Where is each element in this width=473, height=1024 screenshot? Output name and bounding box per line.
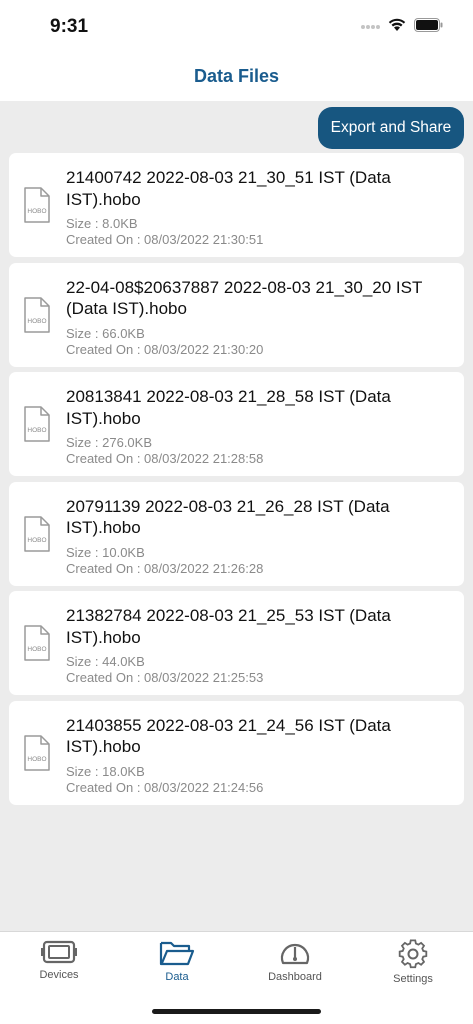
document-icon: HOBO bbox=[24, 516, 50, 552]
wifi-icon bbox=[388, 18, 406, 31]
tab-dashboard-label: Dashboard bbox=[268, 971, 322, 983]
file-icon-label: HOBO bbox=[27, 537, 46, 544]
document-icon: HOBO bbox=[24, 625, 50, 662]
home-indicator bbox=[152, 1009, 321, 1014]
status-time: 9:31 bbox=[50, 16, 89, 37]
status-bar: 9:31 bbox=[0, 0, 473, 52]
file-created-date: Created On : 08/03/2022 21:30:51 bbox=[66, 232, 264, 247]
gauge-icon bbox=[280, 943, 310, 965]
tab-devices[interactable]: Devices bbox=[0, 932, 118, 994]
gear-icon bbox=[398, 939, 428, 969]
tab-dashboard[interactable]: Dashboard bbox=[236, 932, 354, 994]
file-name: 20813841 2022-08-03 21_28_58 IST (Data I… bbox=[66, 387, 391, 428]
file-created-date: Created On : 08/03/2022 21:25:53 bbox=[66, 670, 264, 686]
file-name: 21382784 2022-08-03 21_25_53 IST (Data I… bbox=[66, 606, 391, 647]
file-name: 22-04-08$20637887 2022-08-03 21_30_20 IS… bbox=[66, 277, 423, 319]
file-icon-label: HOBO bbox=[27, 756, 46, 763]
file-created-date: Created On : 08/03/2022 21:26:28 bbox=[66, 560, 264, 576]
file-list-item[interactable]: HOBO 20813841 2022-08-03 21_28_58 IST (Da… bbox=[9, 372, 464, 477]
file-name: 21400742 2022-08-03 21_30_51 IST (Data I… bbox=[66, 168, 391, 209]
navigation-bar: Data Files bbox=[0, 52, 473, 101]
signal-icon bbox=[361, 25, 380, 29]
tab-settings[interactable]: Settings bbox=[354, 932, 472, 994]
document-icon: HOBO bbox=[24, 296, 50, 333]
file-size: Size : 276.0KB bbox=[66, 435, 152, 451]
file-name: 21403855 2022-08-03 21_24_56 IST (Data I… bbox=[66, 715, 391, 757]
tab-settings-label: Settings bbox=[393, 973, 433, 985]
battery-icon bbox=[414, 18, 443, 32]
tab-devices-label: Devices bbox=[39, 969, 79, 981]
file-icon-label: HOBO bbox=[27, 208, 46, 215]
tab-data-label: Data bbox=[165, 971, 189, 983]
file-icon-label: HOBO bbox=[27, 318, 46, 325]
file-size: Size : 66.0KB bbox=[66, 325, 145, 341]
file-size: Size : 10.0KB bbox=[66, 544, 145, 560]
file-size: Size : 44.0KB bbox=[66, 654, 145, 670]
document-icon: HOBO bbox=[24, 187, 50, 223]
file-list-item[interactable]: HOBO 21403855 2022-08-03 21_24_56 IST (Da… bbox=[9, 700, 464, 805]
folder-icon bbox=[159, 941, 195, 966]
file-list-item[interactable]: HOBO 22-04-08$20637887 2022-08-03 21_30_2… bbox=[9, 262, 464, 367]
export-and-share-button[interactable]: Export and Share bbox=[318, 107, 464, 149]
file-created-date: Created On : 08/03/2022 21:28:58 bbox=[66, 451, 264, 467]
page-title: Data Files bbox=[193, 66, 280, 86]
file-created-date: Created On : 08/03/2022 21:30:20 bbox=[66, 341, 264, 357]
tab-data[interactable]: Data bbox=[118, 932, 236, 994]
file-list: HOBO 21400742 2022-08-03 21_30_51 IST (Da… bbox=[9, 153, 464, 811]
status-icons bbox=[360, 18, 443, 32]
file-list-item[interactable]: HOBO 21400742 2022-08-03 21_30_51 IST (Da… bbox=[9, 153, 464, 257]
file-name: 20791139 2022-08-03 21_26_28 IST (Data I… bbox=[66, 496, 390, 538]
file-size: Size : 8.0KB bbox=[66, 216, 138, 231]
document-icon: HOBO bbox=[24, 406, 50, 442]
file-created-date: Created On : 08/03/2022 21:24:56 bbox=[66, 779, 264, 795]
document-icon: HOBO bbox=[24, 735, 50, 771]
file-icon-label: HOBO bbox=[27, 427, 46, 434]
file-size: Size : 18.0KB bbox=[66, 763, 145, 779]
devices-icon bbox=[41, 940, 77, 964]
file-icon-label: HOBO bbox=[27, 646, 46, 653]
file-list-item[interactable]: HOBO 21382784 2022-08-03 21_25_53 IST (Da… bbox=[9, 591, 464, 696]
file-list-item[interactable]: HOBO 20791139 2022-08-03 21_26_28 IST (Da… bbox=[9, 481, 464, 586]
